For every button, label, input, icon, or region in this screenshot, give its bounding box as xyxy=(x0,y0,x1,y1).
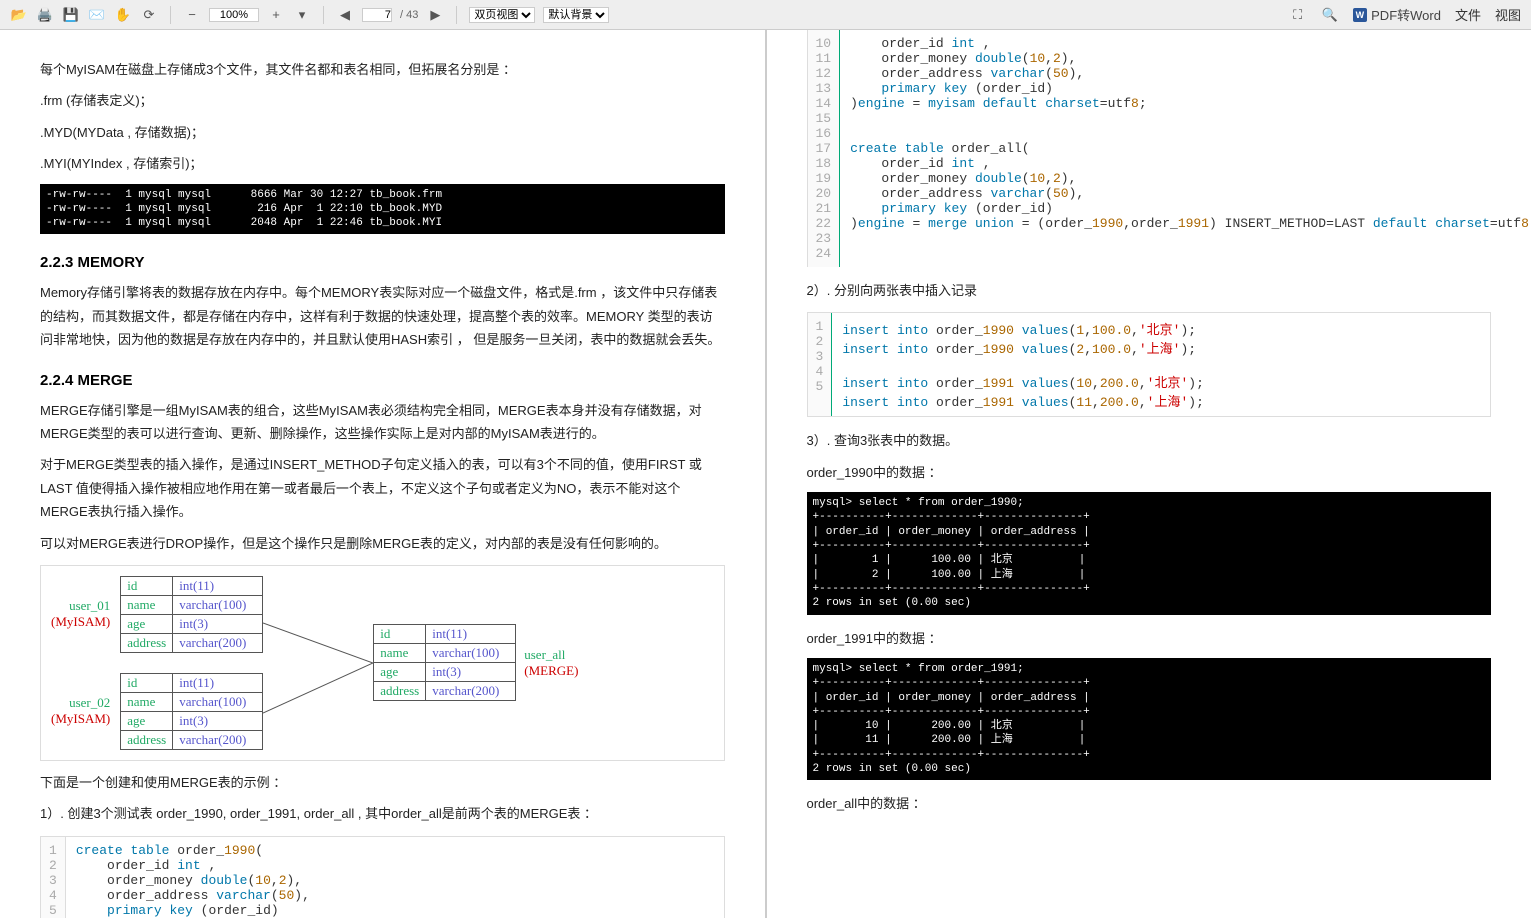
page-container: 每个MyISAM在磁盘上存储成3个文件，其文件名都和表名相同，但拓展名分别是 ：… xyxy=(0,30,1531,918)
page-left: 每个MyISAM在磁盘上存储成3个文件，其文件名都和表名相同，但拓展名分别是 ：… xyxy=(0,30,767,918)
line-gutter: 12345 xyxy=(808,313,833,416)
section-heading: 2.2.3 MEMORY xyxy=(40,254,725,271)
body-text: 可以对MERGE表进行DROP操作，但是这个操作只是删除MERGE表的定义，对内… xyxy=(40,532,725,555)
page-total: / 43 xyxy=(400,9,418,21)
code-content: order_id int , order_money double(10,2),… xyxy=(840,30,1531,267)
body-text: .frm (存储表定义)； xyxy=(40,89,725,112)
body-text: order_1991中的数据 ： xyxy=(807,627,1492,650)
save-icon[interactable]: 💾 xyxy=(62,6,80,24)
zoom-input[interactable] xyxy=(209,8,259,22)
prev-page-icon[interactable]: ◀ xyxy=(336,6,354,24)
body-text: 每个MyISAM在磁盘上存储成3个文件，其文件名都和表名相同，但拓展名分别是 ： xyxy=(40,58,725,81)
separator xyxy=(323,6,324,24)
diagram-label: user_all xyxy=(524,647,578,663)
body-text: order_all中的数据 ： xyxy=(807,792,1492,815)
next-page-icon[interactable]: ▶ xyxy=(426,6,444,24)
word-icon: W xyxy=(1353,8,1368,22)
code-block-insert: 12345 insert into order_1990 values(1,10… xyxy=(807,312,1492,417)
diagram-table-user02: idint(11) namevarchar(100) ageint(3) add… xyxy=(120,673,263,750)
hand-icon[interactable]: ✋ xyxy=(114,6,132,24)
zoom-dropdown-icon[interactable]: ▾ xyxy=(293,6,311,24)
body-text: Memory存储引擎将表的数据存放在内存中。每个MEMORY表实际对应一个磁盘文… xyxy=(40,281,725,351)
body-text: .MYI(MYIndex , 存储索引)； xyxy=(40,152,725,175)
zoom-in-icon[interactable]: + xyxy=(267,6,285,24)
code-block-create-1990-left: 12345 create table order_1990( order_id … xyxy=(40,836,725,918)
search-icon[interactable]: 🔍 xyxy=(1321,6,1339,24)
line-gutter: 101112131415161718192021222324 xyxy=(808,30,841,267)
menu-file[interactable]: 文件 xyxy=(1455,5,1481,24)
body-text: 下面是一个创建和使用MERGE表的示例 ： xyxy=(40,771,725,794)
section-heading: 2.2.4 MERGE xyxy=(40,372,725,389)
diagram-engine-label: (MERGE) xyxy=(524,663,578,679)
body-text: MERGE存储引擎是一组MyISAM表的组合，这些MyISAM表必须结构完全相同… xyxy=(40,399,725,446)
separator xyxy=(456,6,457,24)
code-content: create table order_1990( order_id int , … xyxy=(66,837,320,918)
background-select[interactable]: 默认背景 xyxy=(543,7,609,23)
diagram-engine-label: (MyISAM) xyxy=(51,614,110,630)
diagram-connector-lines xyxy=(263,583,373,743)
pdf-toolbar: 📂 🖨️ 💾 ✉️ ✋ ⟳ − + ▾ ◀ / 43 ▶ 双页视图 默认背景 ⛶… xyxy=(0,0,1531,30)
page-input[interactable] xyxy=(362,8,392,22)
mail-icon[interactable]: ✉️ xyxy=(88,6,106,24)
diagram-label: user_02 xyxy=(51,695,110,711)
merge-diagram: user_01 (MyISAM) idint(11) namevarchar(1… xyxy=(40,565,725,761)
body-text: 1）. 创建3个测试表 order_1990, order_1991, orde… xyxy=(40,802,725,825)
menu-view[interactable]: 视图 xyxy=(1495,5,1521,24)
terminal-output-1990: mysql> select * from order_1990; +------… xyxy=(807,492,1492,614)
terminal-output: -rw-rw---- 1 mysql mysql 8666 Mar 30 12:… xyxy=(40,184,725,235)
body-text: 对于MERGE类型表的插入操作，是通过INSERT_METHOD子句定义插入的表… xyxy=(40,453,725,523)
fullscreen-icon[interactable]: ⛶ xyxy=(1289,6,1307,24)
terminal-output-1991: mysql> select * from order_1991; +------… xyxy=(807,658,1492,780)
body-text: 2）. 分别向两张表中插入记录 xyxy=(807,279,1492,302)
diagram-table-userall: idint(11) namevarchar(100) ageint(3) add… xyxy=(373,624,516,701)
code-block-create-continued: 101112131415161718192021222324 order_id … xyxy=(807,30,1492,267)
pdf-to-word-button[interactable]: W PDF转Word xyxy=(1353,5,1441,24)
rotate-icon[interactable]: ⟳ xyxy=(140,6,158,24)
line-gutter: 12345 xyxy=(41,837,66,918)
diagram-engine-label: (MyISAM) xyxy=(51,711,110,727)
print-icon[interactable]: 🖨️ xyxy=(36,6,54,24)
code-content: insert into order_1990 values(1,100.0,'北… xyxy=(832,313,1214,416)
page-right: 101112131415161718192021222324 order_id … xyxy=(767,30,1531,918)
diagram-table-user01: idint(11) namevarchar(100) ageint(3) add… xyxy=(120,576,263,653)
open-icon[interactable]: 📂 xyxy=(10,6,28,24)
zoom-out-icon[interactable]: − xyxy=(183,6,201,24)
separator xyxy=(170,6,171,24)
body-text: order_1990中的数据 ： xyxy=(807,461,1492,484)
view-mode-select[interactable]: 双页视图 xyxy=(469,7,535,23)
body-text: 3）. 查询3张表中的数据。 xyxy=(807,429,1492,452)
diagram-label: user_01 xyxy=(51,598,110,614)
body-text: .MYD(MYData , 存储数据)； xyxy=(40,121,725,144)
